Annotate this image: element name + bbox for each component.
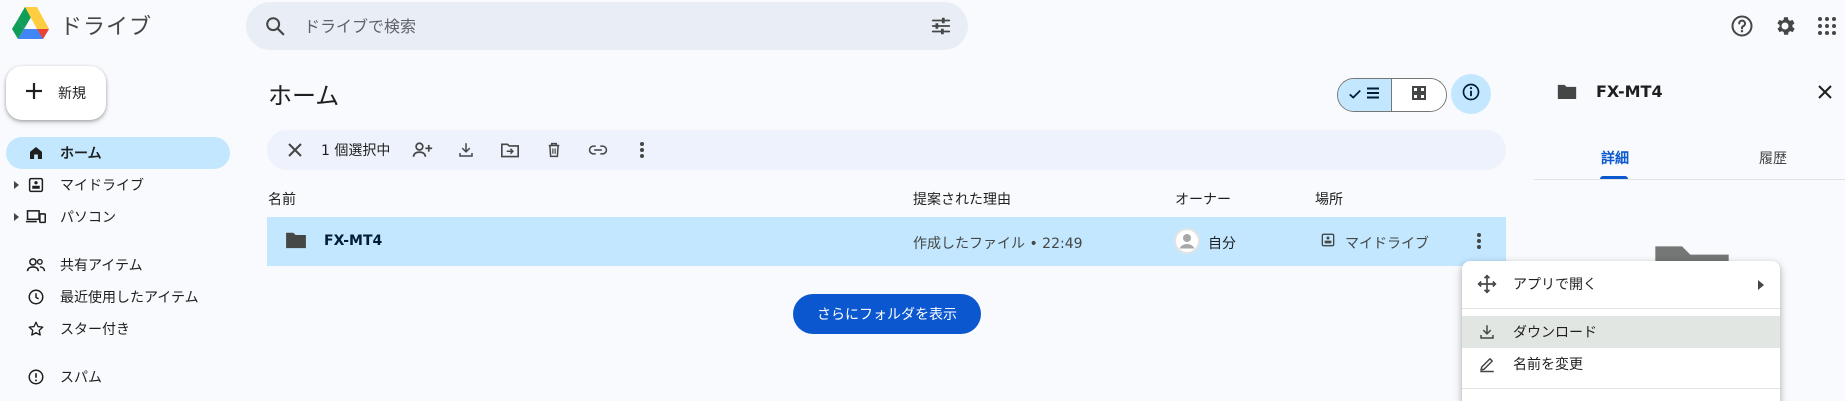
share-add-person-icon[interactable] [404,132,440,168]
row-more-actions-icon[interactable] [1476,232,1482,254]
search-bar[interactable] [246,2,968,50]
tab-history[interactable]: 履歴 [1759,148,1787,168]
details-folder-icon [1557,83,1577,104]
sidebar-item-my-drive[interactable]: マイドライブ [6,169,230,201]
home-icon [26,143,46,163]
drive-logo[interactable]: ドライブ [12,6,152,44]
sidebar-item-label: スパム [60,370,102,386]
drive-logo-icon [12,6,50,44]
spam-icon [26,367,46,387]
column-header-owner: オーナー [1175,192,1231,208]
sidebar-item-spam[interactable]: スパム [6,361,230,393]
new-button[interactable]: 新規 [6,66,106,120]
list-icon [1365,85,1381,105]
settings-gear-icon[interactable] [1773,14,1797,42]
page-title: ホーム [268,82,340,110]
drive-location-icon [1320,232,1336,252]
details-info-button[interactable] [1451,74,1491,114]
new-button-label: 新規 [58,86,86,102]
menu-item-label: アプリで開く [1513,277,1597,293]
plus-icon [24,81,44,105]
sidebar-item-home[interactable]: ホーム [6,137,230,169]
menu-divider [1462,308,1780,309]
download-icon [1475,320,1499,344]
copy-link-icon[interactable] [580,132,616,168]
column-header-location: 場所 [1315,192,1343,208]
context-menu: アプリで開く ダウンロード 名前を変更 [1462,261,1780,401]
download-icon[interactable] [448,132,484,168]
star-icon [26,319,46,339]
selection-toolbar: 1 個選択中 [267,130,1506,170]
computers-icon [26,207,46,227]
close-details-icon[interactable] [1817,84,1833,104]
tab-details[interactable]: 詳細 [1601,148,1629,168]
submenu-arrow-icon [1758,280,1764,290]
drive-icon [26,175,46,195]
info-icon [1461,82,1481,106]
trash-icon[interactable] [536,132,572,168]
sidebar-item-label: ホーム [60,146,102,162]
sidebar-nav: ホーム マイドライブ パソコン 共有アイテム 最近使用したアイテム スター付き … [6,137,230,393]
selection-count: 1 個選択中 [321,143,391,159]
show-more-folders-button[interactable]: さらにフォルダを表示 [793,294,981,334]
more-actions-icon[interactable] [624,132,660,168]
menu-item-download[interactable]: ダウンロード [1462,316,1780,348]
search-icon[interactable] [264,15,286,41]
sidebar-item-shared[interactable]: 共有アイテム [6,249,230,281]
active-tab-indicator [1600,176,1628,179]
menu-item-label: 名前を変更 [1513,357,1583,373]
menu-item-label: ダウンロード [1513,325,1597,341]
apps-grid-icon[interactable] [1815,14,1839,42]
move-to-folder-icon[interactable] [492,132,528,168]
grid-view-button[interactable] [1392,79,1446,111]
owner-avatar [1174,228,1200,258]
menu-divider [1462,388,1780,389]
column-header-name[interactable]: 名前 [268,189,296,209]
drive-app: ドライブ 新規 ホーム [0,0,1845,401]
details-tabs: 詳細 履歴 [1534,142,1845,180]
sidebar-item-label: 共有アイテム [60,258,143,274]
check-icon [1348,86,1362,105]
clear-selection-close-icon[interactable] [277,132,313,168]
pencil-icon [1475,352,1499,376]
row-reason: 作成したファイル • 22:49 [913,236,1083,252]
people-icon [26,255,46,275]
row-name: FX-MT4 [324,233,383,249]
sidebar-item-computers[interactable]: パソコン [6,201,230,233]
expand-caret-icon[interactable] [14,181,19,189]
expand-caret-icon[interactable] [14,213,19,221]
sidebar-item-label: 最近使用したアイテム [60,290,199,306]
list-view-button[interactable] [1338,79,1393,111]
details-title: FX-MT4 [1596,82,1663,101]
sidebar-item-label: スター付き [60,322,130,338]
search-input[interactable] [304,2,904,50]
sidebar-item-label: マイドライブ [60,178,144,194]
row-location: マイドライブ [1345,236,1429,252]
grid-icon [1411,85,1427,105]
sidebar-item-label: パソコン [60,210,116,226]
table-row[interactable]: FX-MT4 作成したファイル • 22:49 自分 マイドライブ [267,217,1506,266]
menu-item-rename[interactable]: 名前を変更 [1462,348,1780,380]
sidebar-item-starred[interactable]: スター付き [6,313,230,345]
row-owner: 自分 [1208,236,1236,252]
menu-item-open-with[interactable]: アプリで開く [1462,268,1780,300]
app-name: ドライブ [60,15,153,40]
move-arrows-icon [1475,272,1499,296]
search-options-icon[interactable] [930,15,952,41]
clock-icon [26,287,46,307]
view-toggle [1337,78,1447,112]
folder-icon [285,231,307,253]
help-icon[interactable] [1730,14,1754,42]
sidebar-item-recent[interactable]: 最近使用したアイテム [6,281,230,313]
column-header-reason: 提案された理由 [913,192,1011,208]
